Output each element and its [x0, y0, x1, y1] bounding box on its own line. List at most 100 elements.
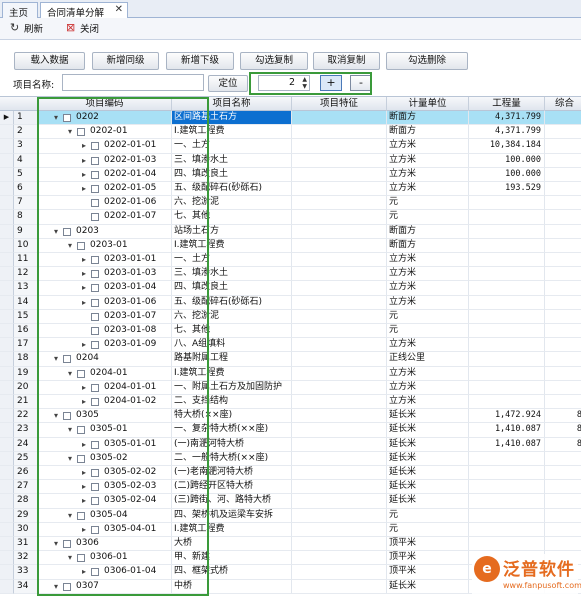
unit-cell[interactable]: 元 — [387, 196, 469, 211]
add-child-button[interactable]: 新增下级 — [166, 52, 234, 70]
feature-cell[interactable] — [292, 224, 387, 239]
feature-cell[interactable] — [292, 551, 387, 566]
unit-cell[interactable]: 断面方 — [387, 238, 469, 253]
unit-cell[interactable]: 正线公里 — [387, 352, 469, 367]
row-indicator[interactable] — [0, 537, 14, 552]
feature-cell[interactable] — [292, 253, 387, 268]
quantity-cell[interactable]: 1,410.087 — [469, 423, 545, 438]
total-cell[interactable] — [545, 537, 581, 552]
quantity-cell[interactable] — [469, 224, 545, 239]
quantity-cell[interactable] — [469, 210, 545, 225]
row-indicator[interactable] — [0, 324, 14, 339]
row-indicator[interactable] — [0, 395, 14, 410]
row-indicator[interactable] — [0, 380, 14, 395]
row-indicator[interactable] — [0, 338, 14, 353]
total-cell[interactable] — [545, 296, 581, 310]
row-indicator[interactable] — [0, 494, 14, 509]
quantity-cell[interactable] — [469, 281, 545, 296]
row-indicator[interactable] — [0, 295, 14, 310]
row-indicator[interactable] — [0, 267, 14, 282]
feature-cell[interactable] — [292, 267, 387, 282]
total-cell[interactable]: 8 — [545, 409, 581, 424]
total-cell[interactable]: 8 — [545, 438, 581, 452]
unit-cell[interactable]: 顶平米 — [387, 565, 469, 580]
total-cell[interactable] — [545, 281, 581, 296]
load-data-button[interactable]: 载入数据 — [14, 52, 85, 70]
total-cell[interactable] — [545, 154, 581, 168]
total-cell[interactable] — [545, 125, 581, 140]
feature-cell[interactable] — [292, 579, 387, 594]
unit-cell[interactable]: 延长米 — [387, 480, 469, 495]
quantity-cell[interactable] — [469, 352, 545, 367]
unit-cell[interactable]: 立方米 — [387, 139, 469, 154]
row-indicator[interactable] — [0, 253, 14, 268]
close-button[interactable]: ⊠ 关闭 — [66, 21, 99, 37]
total-cell[interactable] — [545, 168, 581, 182]
quantity-cell[interactable]: 1,472.924 — [469, 409, 545, 424]
total-cell[interactable] — [545, 452, 581, 466]
unit-cell[interactable]: 顶平米 — [387, 551, 469, 566]
tab-close-icon[interactable]: ✕ — [115, 4, 123, 15]
total-cell[interactable] — [545, 352, 581, 367]
total-cell[interactable]: 8 — [545, 423, 581, 438]
feature-cell[interactable] — [292, 338, 387, 353]
feature-cell[interactable] — [292, 352, 387, 367]
feature-cell[interactable] — [292, 480, 387, 495]
unit-cell[interactable]: 断面方 — [387, 224, 469, 239]
row-indicator[interactable] — [0, 238, 14, 253]
total-cell[interactable] — [545, 324, 581, 339]
feature-cell[interactable] — [292, 537, 387, 552]
unit-cell[interactable]: 元 — [387, 522, 469, 537]
feature-cell[interactable] — [292, 423, 387, 438]
unit-cell[interactable]: 立方米 — [387, 153, 469, 168]
total-cell[interactable] — [545, 225, 581, 239]
total-cell[interactable] — [545, 310, 581, 324]
unit-cell[interactable]: 立方米 — [387, 338, 469, 353]
feature-cell[interactable] — [292, 522, 387, 537]
feature-cell[interactable] — [292, 565, 387, 580]
add-sibling-button[interactable]: 新增同级 — [92, 52, 159, 70]
feature-cell[interactable] — [292, 309, 387, 324]
row-indicator[interactable] — [0, 281, 14, 296]
unit-cell[interactable]: 延长米 — [387, 451, 469, 466]
unit-cell[interactable]: 延长米 — [387, 409, 469, 424]
unit-cell[interactable]: 延长米 — [387, 579, 469, 594]
feature-cell[interactable] — [292, 508, 387, 523]
feature-cell[interactable] — [292, 125, 387, 140]
total-cell[interactable] — [545, 196, 581, 211]
unit-cell[interactable]: 断面方 — [387, 111, 469, 126]
project-name-input[interactable] — [62, 74, 204, 91]
row-indicator[interactable]: ▶ — [0, 111, 14, 126]
feature-cell[interactable] — [292, 324, 387, 339]
row-indicator[interactable] — [0, 196, 14, 211]
row-indicator[interactable] — [0, 153, 14, 168]
unit-cell[interactable]: 延长米 — [387, 437, 469, 452]
unit-cell[interactable]: 立方米 — [387, 366, 469, 381]
cancel-copy-button[interactable]: 取消复制 — [313, 52, 380, 70]
quantity-cell[interactable] — [469, 238, 545, 253]
row-indicator[interactable] — [0, 565, 14, 580]
unit-cell[interactable]: 立方米 — [387, 281, 469, 296]
row-indicator[interactable] — [0, 167, 14, 182]
quantity-cell[interactable]: 4,371.799 — [469, 111, 545, 126]
row-indicator[interactable] — [0, 480, 14, 495]
total-cell[interactable] — [545, 466, 581, 481]
feature-cell[interactable] — [292, 494, 387, 509]
feature-cell[interactable] — [292, 111, 387, 126]
row-indicator[interactable] — [0, 125, 14, 140]
quantity-cell[interactable] — [469, 267, 545, 282]
feature-cell[interactable] — [292, 409, 387, 424]
feature-cell[interactable] — [292, 395, 387, 410]
refresh-button[interactable]: ↻ 刷新 — [10, 21, 43, 37]
total-cell[interactable] — [545, 210, 581, 225]
row-indicator[interactable] — [0, 182, 14, 197]
feature-cell[interactable] — [292, 182, 387, 197]
feature-cell[interactable] — [292, 451, 387, 466]
quantity-cell[interactable] — [469, 494, 545, 509]
row-indicator[interactable] — [0, 366, 14, 381]
total-cell[interactable] — [545, 267, 581, 282]
feature-cell[interactable] — [292, 380, 387, 395]
unit-cell[interactable]: 立方米 — [387, 380, 469, 395]
quantity-cell[interactable]: 100.000 — [469, 167, 545, 182]
row-indicator[interactable] — [0, 210, 14, 225]
